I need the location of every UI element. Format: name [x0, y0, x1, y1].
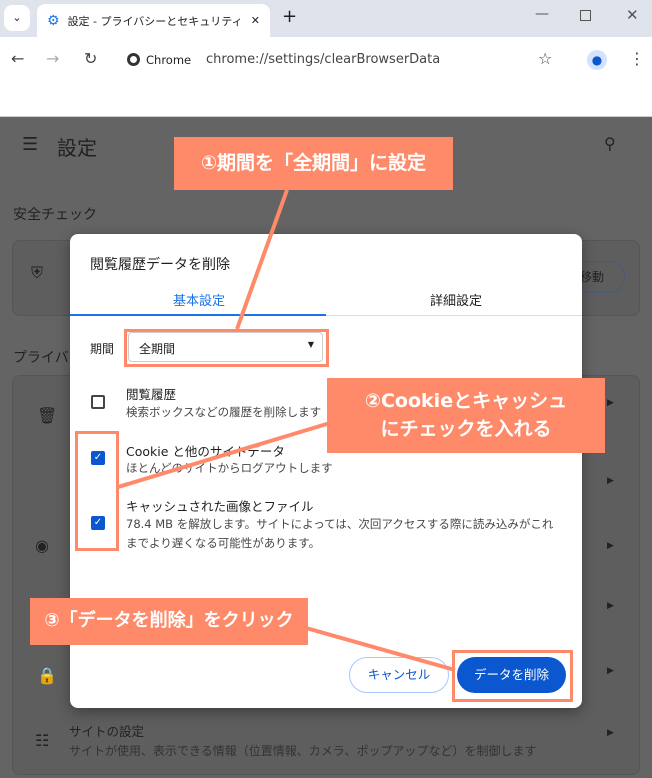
- highlight-period-select: [124, 329, 329, 367]
- highlight-checkboxes: [75, 431, 119, 551]
- callout-line-3: [305, 626, 456, 672]
- callout-line-1: [235, 189, 289, 330]
- annotation-step-1: ①期間を「全期間」に設定: [174, 137, 453, 190]
- annotation-step-2: ②Cookieとキャッシュ にチェックを入れる: [327, 378, 605, 453]
- annotation-step-3: ③「データを削除」をクリック: [30, 598, 308, 645]
- highlight-delete-button: [452, 650, 573, 702]
- callout-line-2: [117, 421, 331, 489]
